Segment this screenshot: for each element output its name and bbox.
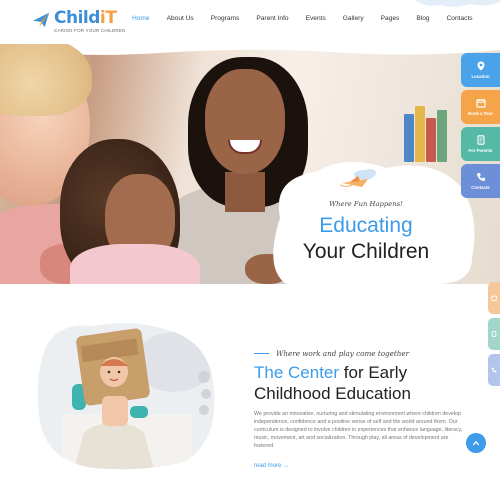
side-mini-button-for-parents[interactable] (488, 318, 500, 350)
brand-tagline: CARING FOR YOUR CHILDREN (54, 28, 126, 33)
chevron-up-icon (472, 440, 480, 446)
read-more-link[interactable]: read more → (254, 463, 289, 469)
cloud-decoration-icon (415, 0, 500, 7)
side-mini-button-book-a-tour[interactable] (488, 282, 500, 314)
paper-plane-logo-icon (32, 12, 50, 28)
bookshelf-image (400, 72, 460, 162)
main-nav: Home About Us Programs Parent Info Event… (132, 15, 490, 22)
nav-item-pages[interactable]: Pages (381, 15, 400, 22)
side-button-book-a-tour[interactable]: Book a Tour (461, 90, 500, 124)
logo[interactable]: ChildiT CARING FOR YOUR CHILDREN (32, 8, 125, 33)
side-mini-button-contacts[interactable] (488, 354, 500, 386)
side-button-for-parents[interactable]: For Parents (461, 127, 500, 161)
hero-title-line1: Educating (319, 214, 413, 237)
paper-plane-illustration-icon (339, 169, 376, 187)
side-button-location[interactable]: Location (461, 53, 500, 87)
nav-item-parent-info[interactable]: Parent Info (256, 15, 288, 22)
tagline-divider (254, 352, 269, 355)
phone-icon (476, 173, 485, 182)
document-icon (476, 135, 485, 145)
scroll-to-top-button[interactable] (466, 433, 486, 453)
nav-item-blog[interactable]: Blog (416, 15, 429, 22)
side-button-label: Book a Tour (468, 111, 493, 116)
hero-tagline: Where Fun Happens! (329, 200, 403, 208)
section-tagline: Where work and play come together (254, 349, 409, 358)
child-with-box-helmet-image (37, 323, 215, 470)
nav-item-events[interactable]: Events (306, 15, 326, 22)
nav-item-contacts[interactable]: Contacts (447, 15, 473, 22)
side-button-label: Location (471, 74, 490, 79)
hero-title-line2: Your Children (302, 240, 430, 263)
nav-item-gallery[interactable]: Gallery (343, 15, 364, 22)
section-body-text: We provide an innovative, nurturing and … (254, 411, 463, 449)
nav-item-about-us[interactable]: About Us (167, 15, 194, 22)
document-icon (491, 331, 497, 337)
nav-item-programs[interactable]: Programs (211, 15, 240, 22)
side-button-contacts[interactable]: Contacts (461, 164, 500, 198)
calendar-icon (475, 99, 486, 108)
location-pin-icon (477, 61, 484, 71)
section-title: The Center for Early Childhood Education (254, 363, 411, 403)
nav-item-home[interactable]: Home (132, 15, 150, 22)
page: ChildiT CARING FOR YOUR CHILDREN Home Ab… (0, 0, 500, 500)
site-header: ChildiT CARING FOR YOUR CHILDREN Home Ab… (0, 0, 500, 44)
brand-name: ChildiT (54, 8, 117, 28)
side-button-label: Contacts (471, 185, 490, 190)
phone-icon (491, 367, 497, 373)
side-button-label: For Parents (468, 148, 493, 153)
calendar-icon (491, 295, 497, 301)
